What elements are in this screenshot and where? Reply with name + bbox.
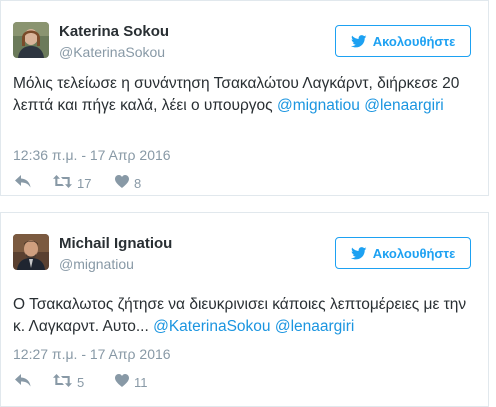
reply-icon <box>15 374 31 390</box>
heart-icon <box>115 374 129 390</box>
retweet-count: 17 <box>77 175 92 191</box>
follow-button[interactable]: Ακολουθήστε <box>335 25 471 57</box>
tweet-card: Katerina Sokou @KaterinaSokou Ακολουθήστ… <box>0 0 489 196</box>
follow-button-label: Ακολουθήστε <box>372 33 456 49</box>
mention-link[interactable]: @mignatiou <box>277 97 360 114</box>
mention-link[interactable]: @KaterinaSokou <box>153 318 270 335</box>
follow-button[interactable]: Ακολουθήστε <box>335 237 471 269</box>
reply-button[interactable] <box>15 374 53 390</box>
avatar[interactable] <box>13 234 49 270</box>
author-handle[interactable]: @KaterinaSokou <box>59 44 165 60</box>
tweet-actions: 5 11 <box>15 373 165 391</box>
reply-button[interactable] <box>15 175 53 191</box>
author-handle[interactable]: @mignatiou <box>59 256 134 272</box>
retweet-button[interactable]: 5 <box>53 374 115 390</box>
avatar[interactable] <box>13 22 49 58</box>
retweet-icon <box>53 175 72 191</box>
reply-icon <box>15 175 31 191</box>
tweet-text: Ο Τσακαλωτος ζήτησε να διευκρινισει κάπο… <box>13 294 473 338</box>
mention-link[interactable]: @lenaargiri <box>275 318 355 335</box>
twitter-bird-icon <box>350 246 367 260</box>
tweet-card: Michail Ignatiou @mignatiou Ακολουθήστε … <box>0 212 489 407</box>
tweet-timestamp[interactable]: 12:27 π.μ. - 17 Απρ 2016 <box>13 346 171 362</box>
retweet-icon <box>53 374 72 390</box>
author-name[interactable]: Katerina Sokou <box>59 23 169 40</box>
like-button[interactable]: 11 <box>115 374 165 390</box>
retweet-button[interactable]: 17 <box>53 175 115 191</box>
like-button[interactable]: 8 <box>115 175 165 191</box>
retweet-count: 5 <box>77 374 85 390</box>
heart-icon <box>115 175 129 191</box>
follow-button-label: Ακολουθήστε <box>372 245 456 261</box>
tweet-actions: 17 8 <box>15 174 165 192</box>
tweet-text: Μόλις τελείωσε η συνάντηση Τσακαλώτου Λα… <box>13 73 463 117</box>
author-name[interactable]: Michail Ignatiou <box>59 235 172 252</box>
like-count: 11 <box>134 374 148 390</box>
tweet-timestamp[interactable]: 12:36 π.μ. - 17 Απρ 2016 <box>13 147 171 163</box>
like-count: 8 <box>134 175 142 191</box>
twitter-bird-icon <box>350 34 367 48</box>
mention-link[interactable]: @lenaargiri <box>364 97 444 114</box>
